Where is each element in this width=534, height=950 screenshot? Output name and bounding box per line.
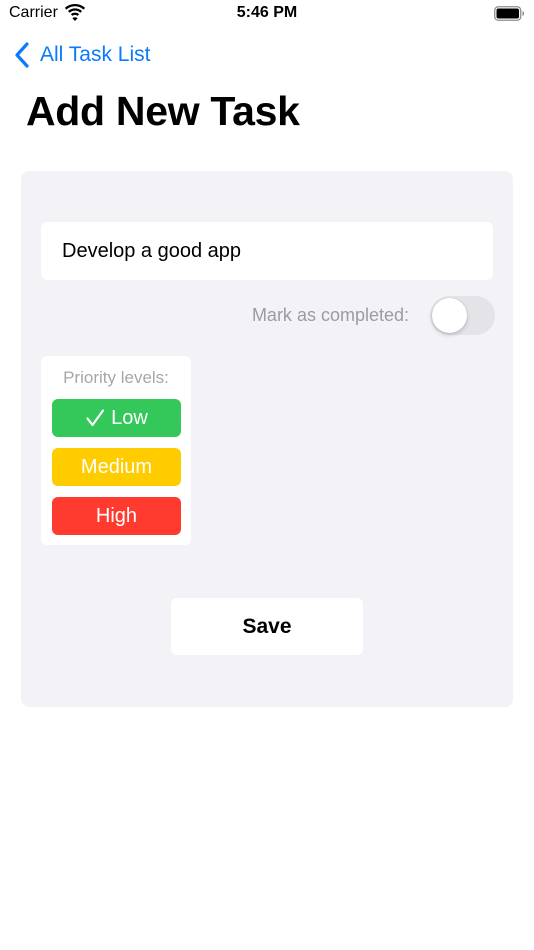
page-title: Add New Task [26, 88, 300, 134]
priority-medium-label: Medium [80, 455, 153, 478]
priority-medium-option[interactable]: Medium [52, 448, 181, 486]
completed-row: Mark as completed: [41, 295, 495, 335]
chevron-left-icon [15, 42, 29, 68]
priority-low-label: Low [111, 406, 148, 429]
task-form-card: Mark as completed: Priority levels: Low … [21, 171, 513, 707]
status-time: 5:46 PM [236, 4, 298, 21]
task-name-input[interactable] [41, 222, 493, 280]
priority-title: Priority levels: [63, 368, 169, 387]
toggle-knob [432, 298, 467, 333]
add-task-screen: Carrier 5:46 PM All Task List Add New Ta… [0, 0, 534, 950]
battery-icon [494, 6, 525, 21]
completed-toggle[interactable] [430, 296, 495, 335]
back-label: All Task List [40, 43, 151, 66]
priority-high-label: High [95, 504, 138, 527]
priority-picker: Priority levels: Low Medium High [41, 356, 191, 545]
priority-low-option[interactable]: Low [52, 399, 181, 437]
completed-label: Mark as completed: [251, 305, 409, 325]
checkmark-icon [86, 409, 105, 427]
save-button[interactable]: Save [171, 598, 363, 655]
priority-high-option[interactable]: High [52, 497, 181, 535]
status-bar: Carrier 5:46 PM [0, 0, 534, 28]
back-button[interactable]: All Task List [14, 38, 151, 72]
